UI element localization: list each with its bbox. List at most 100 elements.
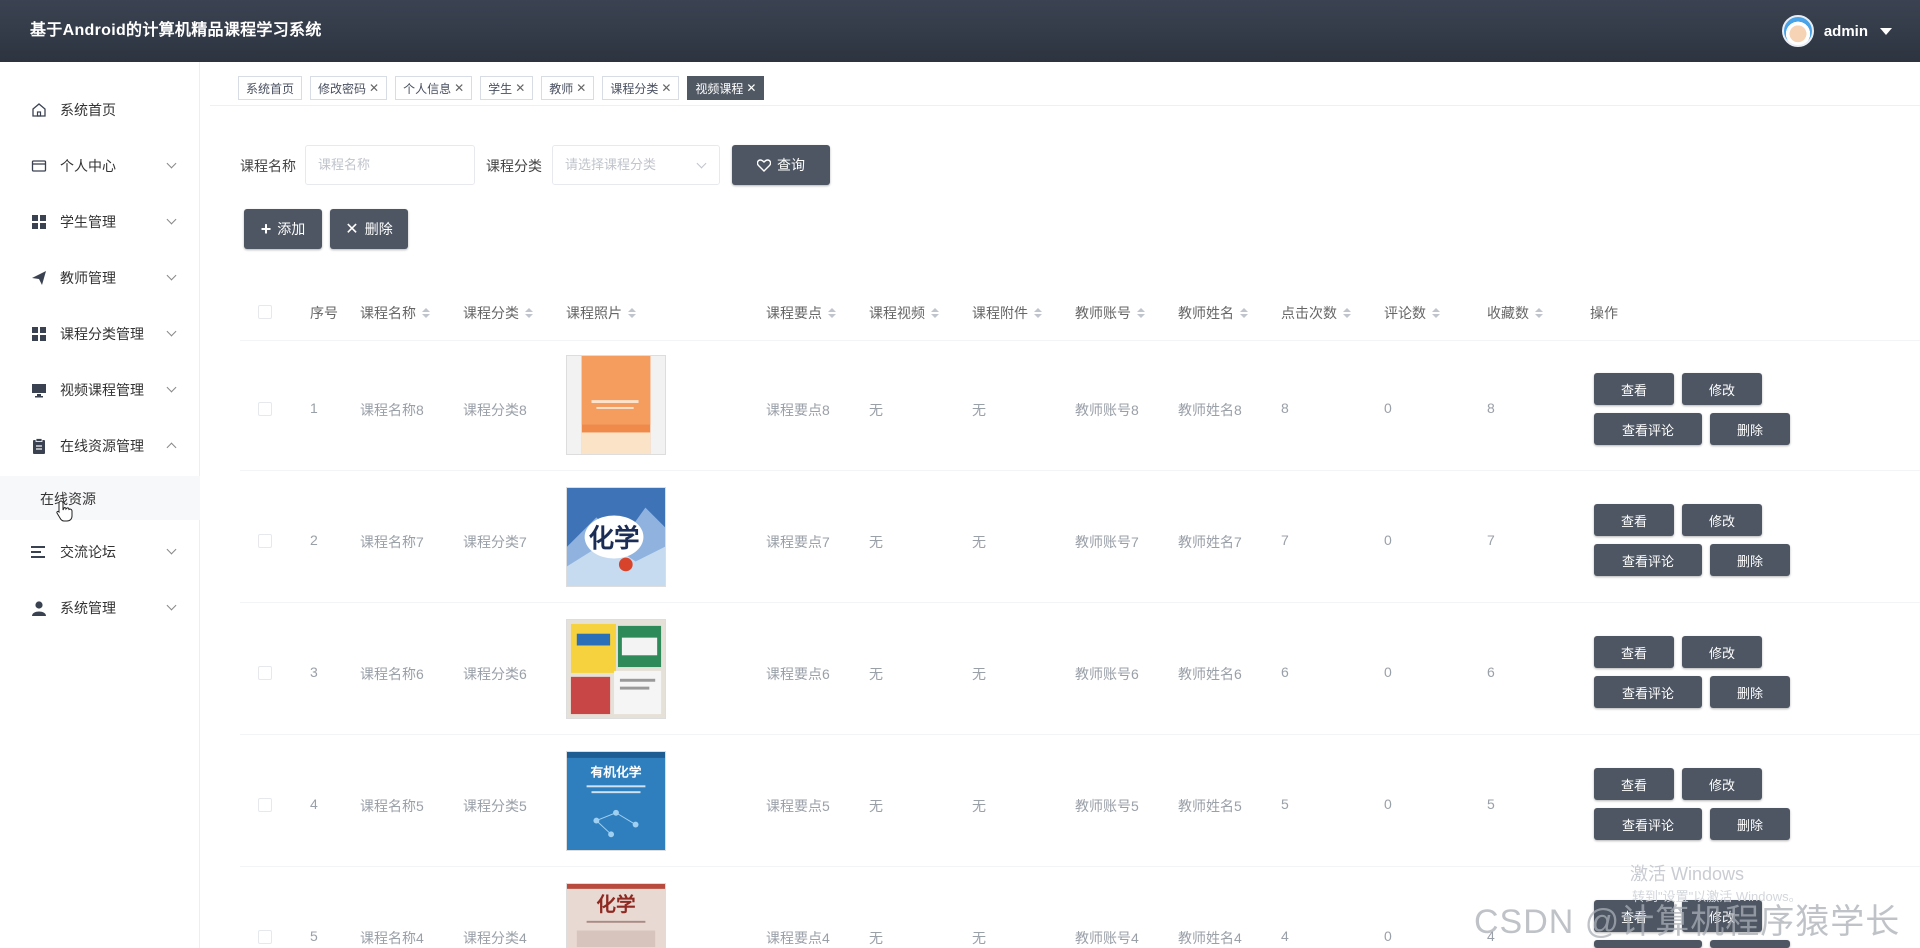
edit-button[interactable]: 修改: [1682, 768, 1762, 800]
row-checkbox[interactable]: [258, 798, 272, 812]
cell-clicks: 4: [1281, 928, 1289, 944]
sidebar-subitem-online-resource[interactable]: 在线资源: [0, 476, 200, 520]
close-icon[interactable]: ✕: [454, 81, 464, 95]
sort-icon: [828, 308, 836, 318]
tab-course-category[interactable]: 课程分类 ✕: [602, 76, 680, 100]
cell-comments: 0: [1384, 400, 1392, 416]
chevron-down-icon: [166, 600, 177, 611]
tab-home[interactable]: 系统首页: [238, 76, 303, 100]
view-button[interactable]: 查看: [1594, 636, 1674, 668]
header-course-name[interactable]: 课程名称: [360, 303, 430, 323]
row-checkbox[interactable]: [258, 930, 272, 944]
sidebar-item-students[interactable]: 学生管理: [0, 202, 200, 242]
tab-change-password[interactable]: 修改密码 ✕: [310, 76, 388, 100]
edit-button[interactable]: 修改: [1682, 636, 1762, 668]
row-checkbox[interactable]: [258, 534, 272, 548]
delete-selected-button[interactable]: ✕ 删除: [330, 209, 408, 249]
delete-button[interactable]: 删除: [1710, 413, 1790, 445]
cell-favorites: 7: [1487, 532, 1495, 548]
sort-icon: [1137, 308, 1145, 318]
cell-attachment: 无: [972, 666, 986, 682]
plus-icon: +: [260, 218, 272, 239]
course-category-label: 课程分类: [486, 158, 542, 174]
cell-points: 课程要点7: [766, 534, 830, 550]
cell-teacher-account: 教师账号6: [1075, 666, 1139, 682]
sidebar-item-home[interactable]: 系统首页: [0, 90, 200, 130]
cell-category: 课程分类4: [463, 930, 527, 946]
course-photo[interactable]: [566, 619, 666, 719]
tab-student[interactable]: 学生 ✕: [480, 76, 534, 100]
header-teacher-account[interactable]: 教师账号: [1075, 303, 1145, 323]
cell-comments: 0: [1384, 532, 1392, 548]
sidebar-item-personal[interactable]: 个人中心: [0, 146, 200, 186]
divider: [240, 340, 1920, 341]
tab-personal-info[interactable]: 个人信息 ✕: [395, 76, 473, 100]
select-all-checkbox[interactable]: [258, 305, 272, 319]
tab-teacher[interactable]: 教师 ✕: [541, 76, 595, 100]
sidebar-item-forum[interactable]: 交流论坛: [0, 532, 200, 572]
sort-icon: [1432, 308, 1440, 318]
edit-button[interactable]: 修改: [1682, 373, 1762, 405]
course-photo[interactable]: [566, 355, 666, 455]
cell-attachment: 无: [972, 930, 986, 946]
header-no: 序号: [310, 305, 338, 321]
course-photo[interactable]: 有机化学: [566, 751, 666, 851]
header-clicks[interactable]: 点击次数: [1281, 303, 1351, 323]
wallet-icon: [31, 158, 47, 174]
header-category[interactable]: 课程分类: [463, 303, 533, 323]
tab-video-course[interactable]: 视频课程 ✕: [687, 76, 765, 100]
query-button[interactable]: 查询: [732, 145, 830, 185]
header-favorites[interactable]: 收藏数: [1487, 303, 1543, 323]
view-button[interactable]: 查看: [1594, 768, 1674, 800]
row-checkbox[interactable]: [258, 666, 272, 680]
header-video[interactable]: 课程视频: [869, 303, 939, 323]
view-comments-button[interactable]: 查看评论: [1594, 413, 1702, 445]
view-button[interactable]: 查看: [1594, 504, 1674, 536]
view-comments-button[interactable]: 查看评论: [1594, 544, 1702, 576]
user-name[interactable]: admin: [1824, 23, 1868, 40]
chevron-down-icon[interactable]: [1880, 27, 1892, 35]
view-button[interactable]: 查看: [1594, 373, 1674, 405]
view-comments-button[interactable]: 查看评论: [1594, 676, 1702, 708]
sidebar-item-online-resource[interactable]: 在线资源管理: [0, 426, 200, 466]
sidebar-item-video-course[interactable]: 视频课程管理: [0, 370, 200, 410]
cell-no: 5: [310, 928, 318, 944]
delete-button[interactable]: 删除: [1710, 808, 1790, 840]
windows-activation-watermark: 激活 Windows: [1630, 864, 1745, 884]
sort-icon: [1240, 308, 1248, 318]
sidebar-item-teachers[interactable]: 教师管理: [0, 258, 200, 298]
cell-category: 课程分类5: [463, 798, 527, 814]
cell-attachment: 无: [972, 402, 986, 418]
close-icon[interactable]: ✕: [515, 81, 525, 95]
course-name-input[interactable]: 课程名称: [305, 145, 475, 185]
close-icon[interactable]: ✕: [661, 81, 671, 95]
cell-points: 课程要点5: [766, 798, 830, 814]
add-button[interactable]: + 添加: [244, 209, 322, 249]
chevron-up-icon: [166, 442, 177, 453]
course-photo[interactable]: 化学: [566, 487, 666, 587]
close-icon[interactable]: ✕: [576, 81, 586, 95]
user-menu[interactable]: admin: [1781, 14, 1892, 48]
cell-course-name: 课程名称5: [360, 798, 424, 814]
header-teacher-name[interactable]: 教师姓名: [1178, 303, 1248, 323]
close-icon[interactable]: ✕: [369, 81, 379, 95]
row-checkbox[interactable]: [258, 402, 272, 416]
close-icon[interactable]: ✕: [746, 81, 756, 95]
view-comments-button[interactable]: 查看评论: [1594, 808, 1702, 840]
avatar[interactable]: [1781, 15, 1814, 47]
delete-button[interactable]: 删除: [1710, 544, 1790, 576]
header-comments[interactable]: 评论数: [1384, 303, 1440, 323]
sidebar-item-system[interactable]: 系统管理: [0, 588, 200, 628]
edit-button[interactable]: 修改: [1682, 504, 1762, 536]
delete-button[interactable]: 删除: [1710, 676, 1790, 708]
header-points[interactable]: 课程要点: [766, 303, 836, 323]
sort-icon: [1343, 308, 1351, 318]
course-photo[interactable]: 化学: [566, 883, 666, 948]
sidebar-item-course-category[interactable]: 课程分类管理: [0, 314, 200, 354]
course-category-select[interactable]: 请选择课程分类: [552, 145, 720, 185]
cell-teacher-account: 教师账号7: [1075, 534, 1139, 550]
header-photo[interactable]: 课程照片: [566, 303, 636, 323]
cell-course-name: 课程名称4: [360, 930, 424, 946]
sidebar-item-label: 学生管理: [60, 214, 116, 230]
header-attachment[interactable]: 课程附件: [972, 303, 1042, 323]
